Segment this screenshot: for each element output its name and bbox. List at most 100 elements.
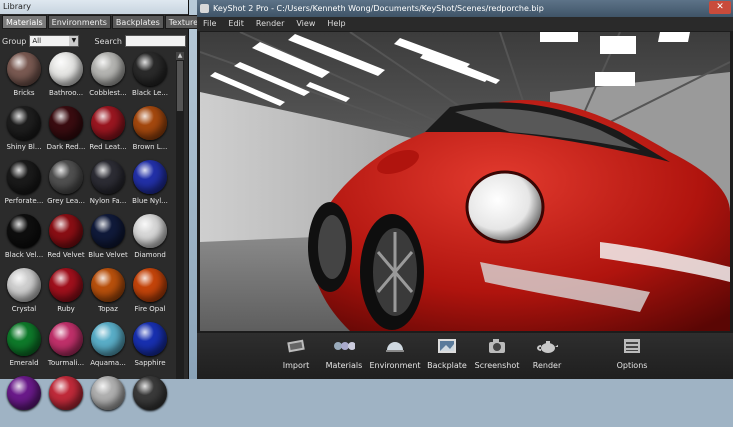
render-button[interactable]: Render xyxy=(520,337,574,370)
material-item[interactable]: Fire Opal xyxy=(129,268,171,319)
material-swatch xyxy=(7,106,41,140)
material-label: Aquama... xyxy=(90,359,126,367)
menu-edit[interactable]: Edit xyxy=(228,17,244,31)
material-swatch xyxy=(7,160,41,194)
material-label: Blue Nyl... xyxy=(132,197,168,205)
screenshot-button[interactable]: Screenshot xyxy=(470,337,524,370)
group-select[interactable]: All ▼ xyxy=(29,35,80,47)
material-item[interactable]: Dark Red... xyxy=(45,106,87,157)
options-label: Options xyxy=(616,361,648,370)
main-toolbar: Import Materials Environment Backplate S… xyxy=(197,333,733,379)
material-item[interactable]: Sapphire xyxy=(129,322,171,373)
material-item[interactable]: Perforate... xyxy=(3,160,45,211)
material-item[interactable]: Black Vel... xyxy=(3,214,45,265)
menu-help[interactable]: Help xyxy=(327,17,345,31)
material-item[interactable]: Blue Velvet xyxy=(87,214,129,265)
material-item[interactable]: Black Le... xyxy=(129,52,171,103)
tab-environments[interactable]: Environments xyxy=(47,15,111,29)
material-label: Bricks xyxy=(13,89,35,97)
material-swatch xyxy=(49,322,83,356)
group-select-value: All xyxy=(32,37,42,45)
material-label: Perforate... xyxy=(4,197,44,205)
keyshot-window: KeyShot 2 Pro - C:/Users/Kenneth Wong/Do… xyxy=(197,0,733,379)
material-label: Red Leat... xyxy=(89,143,127,151)
tab-materials[interactable]: Materials xyxy=(2,15,47,29)
material-item[interactable] xyxy=(129,376,171,427)
window-title: KeyShot 2 Pro - C:/Users/Kenneth Wong/Do… xyxy=(213,4,544,13)
material-item[interactable]: Aquama... xyxy=(87,322,129,373)
options-button[interactable]: Options xyxy=(605,337,659,370)
environment-button[interactable]: Environment xyxy=(368,337,422,370)
menu-file[interactable]: File xyxy=(203,17,216,31)
library-scrollbar[interactable]: ▲ xyxy=(176,52,184,379)
materials-label: Materials xyxy=(325,361,363,370)
material-label: Grey Lea... xyxy=(47,197,85,205)
menu-render[interactable]: Render xyxy=(256,17,284,31)
material-swatch xyxy=(133,160,167,194)
material-swatch xyxy=(7,214,41,248)
menu-view[interactable]: View xyxy=(296,17,315,31)
window-titlebar: KeyShot 2 Pro - C:/Users/Kenneth Wong/Do… xyxy=(197,0,733,17)
material-item[interactable]: Cobblest... xyxy=(87,52,129,103)
material-label: Brown L... xyxy=(132,143,168,151)
material-item[interactable]: Grey Lea... xyxy=(45,160,87,211)
material-swatch xyxy=(49,160,83,194)
import-button[interactable]: Import xyxy=(269,337,323,370)
scrollbar-thumb[interactable] xyxy=(177,61,183,111)
scroll-up-icon[interactable]: ▲ xyxy=(176,52,184,60)
material-item[interactable]: Shiny Bl... xyxy=(3,106,45,157)
material-item[interactable]: Ruby xyxy=(45,268,87,319)
group-label: Group xyxy=(2,36,27,46)
search-input[interactable] xyxy=(124,35,186,47)
backplate-button[interactable]: Backplate xyxy=(420,337,474,370)
materials-button[interactable]: Materials xyxy=(317,337,371,370)
teapot-icon xyxy=(536,337,558,355)
material-item[interactable]: Blue Nyl... xyxy=(129,160,171,211)
material-item[interactable]: Brown L... xyxy=(129,106,171,157)
environment-icon xyxy=(384,337,406,355)
material-label: Black Le... xyxy=(132,89,168,97)
material-label: Diamond xyxy=(134,251,166,259)
material-label: Sapphire xyxy=(134,359,166,367)
app-icon xyxy=(200,4,209,13)
material-swatch xyxy=(133,268,167,302)
material-label: Topaz xyxy=(98,305,118,313)
material-item[interactable]: Bricks xyxy=(3,52,45,103)
options-icon xyxy=(621,337,643,355)
render-label: Render xyxy=(532,361,562,370)
material-item[interactable]: Diamond xyxy=(129,214,171,265)
material-label: Dark Red... xyxy=(46,143,86,151)
backplate-label: Backplate xyxy=(427,361,467,370)
material-swatch xyxy=(91,106,125,140)
material-item[interactable] xyxy=(87,376,129,427)
material-item[interactable] xyxy=(45,376,87,427)
material-item[interactable]: Tourmali... xyxy=(45,322,87,373)
material-label: Fire Opal xyxy=(134,305,166,313)
material-swatch xyxy=(7,322,41,356)
material-swatch xyxy=(7,52,41,86)
material-label: Ruby xyxy=(57,305,75,313)
library-window: Library Materials Environments Backplate… xyxy=(0,0,220,410)
material-item[interactable]: Crystal xyxy=(3,268,45,319)
material-label: Red Velvet xyxy=(47,251,85,259)
material-swatch xyxy=(7,268,41,302)
render-viewport[interactable] xyxy=(200,32,730,331)
material-label: Cobblest... xyxy=(89,89,127,97)
material-label: Nylon Fa... xyxy=(89,197,127,205)
material-swatch xyxy=(133,214,167,248)
tab-backplates[interactable]: Backplates xyxy=(111,15,164,29)
material-item[interactable] xyxy=(3,376,45,427)
close-button[interactable]: ✕ xyxy=(709,1,731,14)
material-label: Shiny Bl... xyxy=(6,143,42,151)
material-item[interactable]: Nylon Fa... xyxy=(87,160,129,211)
environment-label: Environment xyxy=(369,361,421,370)
material-label: Bathroo... xyxy=(48,89,84,97)
material-label: Blue Velvet xyxy=(88,251,128,259)
material-item[interactable]: Red Leat... xyxy=(87,106,129,157)
material-item[interactable]: Emerald xyxy=(3,322,45,373)
material-item[interactable]: Bathroo... xyxy=(45,52,87,103)
material-item[interactable]: Red Velvet xyxy=(45,214,87,265)
material-swatch xyxy=(49,106,83,140)
material-item[interactable]: Topaz xyxy=(87,268,129,319)
material-swatch xyxy=(91,268,125,302)
